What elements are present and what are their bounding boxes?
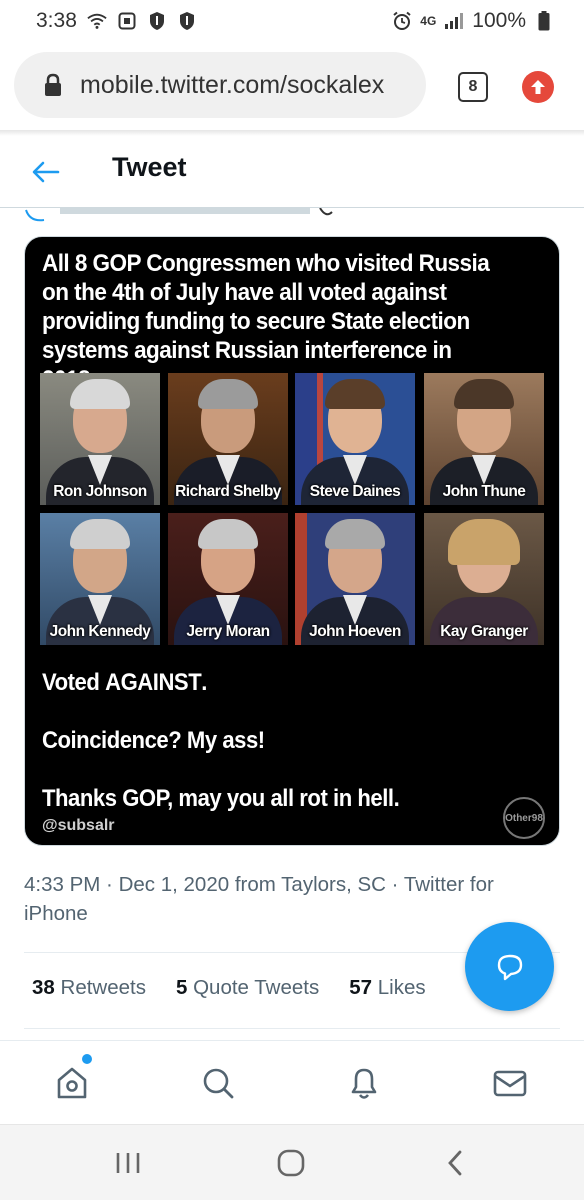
- home-nav-button[interactable]: [52, 1063, 92, 1103]
- photo-jerry-moran: Jerry Moran: [168, 513, 288, 645]
- lock-icon: [42, 73, 64, 97]
- shield-icon-2: [177, 11, 197, 31]
- tweet-date[interactable]: Dec 1, 2020: [119, 873, 230, 896]
- likes-label: Likes: [377, 976, 426, 999]
- retweets-count: 38: [32, 976, 55, 999]
- caption: Kay Granger: [440, 623, 528, 640]
- notification-app-icon: [117, 11, 137, 31]
- scrolled-content-peek: [0, 208, 584, 226]
- recent-apps-icon: [116, 1153, 140, 1173]
- voted-strong: AGAINST: [105, 669, 202, 696]
- likes-count: 57: [349, 976, 373, 999]
- wifi-icon: [87, 11, 107, 31]
- engagement-stats: 38 Retweets 5 Quote Tweets 57 Likes: [32, 976, 426, 1000]
- search-nav-button[interactable]: [198, 1063, 238, 1103]
- back-button[interactable]: [30, 156, 62, 188]
- bottom-navigation: [0, 1040, 584, 1124]
- messages-nav-button[interactable]: [490, 1063, 530, 1103]
- battery-percent: 100%: [472, 9, 526, 32]
- watermark-text: Other98: [505, 812, 543, 824]
- photo-richard-shelby: Richard Shelby: [168, 373, 288, 505]
- update-button[interactable]: [522, 71, 554, 103]
- address-bar[interactable]: mobile.twitter.com/sockalex: [14, 52, 426, 118]
- url-text: mobile.twitter.com/sockalex: [80, 70, 385, 99]
- new-content-dot: [82, 1054, 92, 1064]
- thanks-gop-text: Thanks GOP, may you all rot in hell.: [42, 785, 400, 812]
- reply-fab-button[interactable]: [465, 922, 554, 1011]
- tab-switcher-button[interactable]: 8: [458, 72, 488, 102]
- photo-john-thune: John Thune: [424, 373, 544, 505]
- reply-bubble-icon: [497, 954, 522, 980]
- status-time: 3:38: [36, 9, 77, 32]
- photo-ron-johnson: Ron Johnson: [40, 373, 160, 505]
- battery-icon: [534, 11, 554, 31]
- back-system-button[interactable]: [440, 1147, 472, 1179]
- caption: Steve Daines: [309, 483, 401, 500]
- photo-john-hoeven: John Hoeven: [295, 513, 415, 645]
- retweets-link[interactable]: 38 Retweets: [32, 976, 146, 1000]
- alarm-icon: [392, 11, 412, 31]
- caption: Jerry Moran: [186, 623, 270, 640]
- system-navigation-bar: [0, 1124, 584, 1200]
- back-arrow-icon: [32, 161, 60, 183]
- recent-apps-button[interactable]: [112, 1147, 144, 1179]
- home-circle-icon: [277, 1149, 305, 1177]
- bell-icon: [351, 1068, 377, 1099]
- retweets-label: Retweets: [60, 976, 146, 999]
- image-handle: @subsalr: [42, 817, 115, 834]
- mail-icon: [493, 1070, 527, 1097]
- caption: John Hoeven: [309, 623, 401, 640]
- status-bar: 3:38 4G 100%: [0, 0, 584, 42]
- tweet-header: Tweet: [0, 136, 584, 208]
- search-icon: [203, 1068, 234, 1099]
- voted-suffix: .: [201, 669, 207, 696]
- caption: Richard Shelby: [175, 483, 281, 500]
- tweet-media-image[interactable]: All 8 GOP Congressmen who visited Russia…: [24, 236, 560, 846]
- coincidence-text: Coincidence? My ass!: [42, 727, 265, 754]
- browser-toolbar: mobile.twitter.com/sockalex 8: [0, 42, 584, 130]
- arrow-up-icon: [531, 80, 545, 94]
- network-type: 4G: [420, 14, 437, 28]
- tweet-location: from Taylors, SC: [234, 873, 386, 896]
- tweet-time[interactable]: 4:33 PM: [24, 873, 100, 896]
- home-system-button[interactable]: [275, 1147, 307, 1179]
- divider: [24, 1028, 560, 1029]
- shield-icon: [147, 11, 167, 31]
- photo-kay-granger: Kay Granger: [424, 513, 544, 645]
- notifications-nav-button[interactable]: [344, 1063, 384, 1103]
- photo-grid: Ron Johnson Richard Shelby Steve Daines …: [40, 373, 546, 647]
- signal-icon: [444, 11, 464, 31]
- tweet-meta: 4:33 PM · Dec 1, 2020 from Taylors, SC ·…: [24, 873, 494, 925]
- home-icon: [57, 1067, 87, 1099]
- caption: John Thune: [442, 483, 526, 500]
- photo-steve-daines: Steve Daines: [295, 373, 415, 505]
- photo-john-kennedy: John Kennedy: [40, 513, 160, 645]
- voted-prefix: Voted: [42, 669, 106, 696]
- likes-link[interactable]: 57 Likes: [349, 976, 425, 1000]
- page-title: Tweet: [112, 152, 187, 182]
- chevron-left-icon: [448, 1150, 462, 1176]
- voted-against-text: Voted AGAINST.: [42, 669, 207, 697]
- quotes-label: Quote Tweets: [193, 976, 320, 999]
- caption: John Kennedy: [49, 623, 151, 640]
- watermark-logo: Other98: [503, 797, 545, 839]
- quotes-count: 5: [175, 976, 188, 999]
- caption: Ron Johnson: [53, 483, 147, 500]
- quote-tweets-link[interactable]: 5 Quote Tweets: [176, 976, 319, 1000]
